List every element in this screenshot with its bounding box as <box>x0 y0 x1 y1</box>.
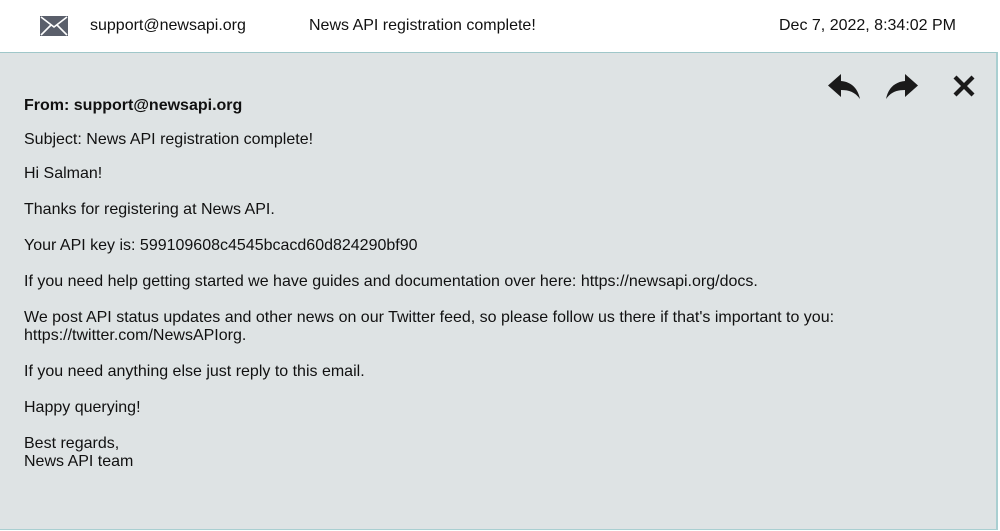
greeting: Hi Salman! <box>24 165 103 182</box>
twitter-link: https://twitter.com/NewsAPIorg. <box>24 327 247 344</box>
signoff: Best regards, <box>24 435 120 452</box>
signature-block: Best regards, News API team <box>24 435 954 471</box>
email-app: support@newsapi.org News API registratio… <box>0 0 1000 531</box>
message-list-row[interactable]: support@newsapi.org News API registratio… <box>0 0 1000 52</box>
twitter-text: We post API status updates and other new… <box>24 309 835 326</box>
row-subject: News API registration complete! <box>309 17 536 34</box>
close-icon <box>953 75 975 97</box>
closing-paragraph: Happy querying! <box>24 399 141 416</box>
docs-paragraph: If you need help getting started we have… <box>24 273 758 290</box>
envelope-icon <box>40 16 68 36</box>
body-paragraph: Thanks for registering at News API. <box>24 201 275 218</box>
from-label: From: <box>24 97 70 114</box>
subject-label: Subject: <box>24 131 82 148</box>
twitter-paragraph: We post API status updates and other new… <box>24 309 954 345</box>
close-button[interactable] <box>950 72 986 102</box>
from-value: support@newsapi.org <box>73 97 243 114</box>
subject-value: News API registration complete! <box>86 131 314 148</box>
message-from: From: support@newsapi.org <box>24 97 954 115</box>
row-date: Dec 7, 2022, 8:34:02 PM <box>779 17 956 34</box>
signature: News API team <box>24 453 134 470</box>
message-body: From: support@newsapi.org Subject: News … <box>24 97 954 489</box>
api-key-paragraph: Your API key is: 599109608c4545bcacd60d8… <box>24 237 418 254</box>
row-sender: support@newsapi.org <box>90 17 246 34</box>
message-subject: Subject: News API registration complete! <box>24 131 954 149</box>
reply-paragraph: If you need anything else just reply to … <box>24 363 365 380</box>
